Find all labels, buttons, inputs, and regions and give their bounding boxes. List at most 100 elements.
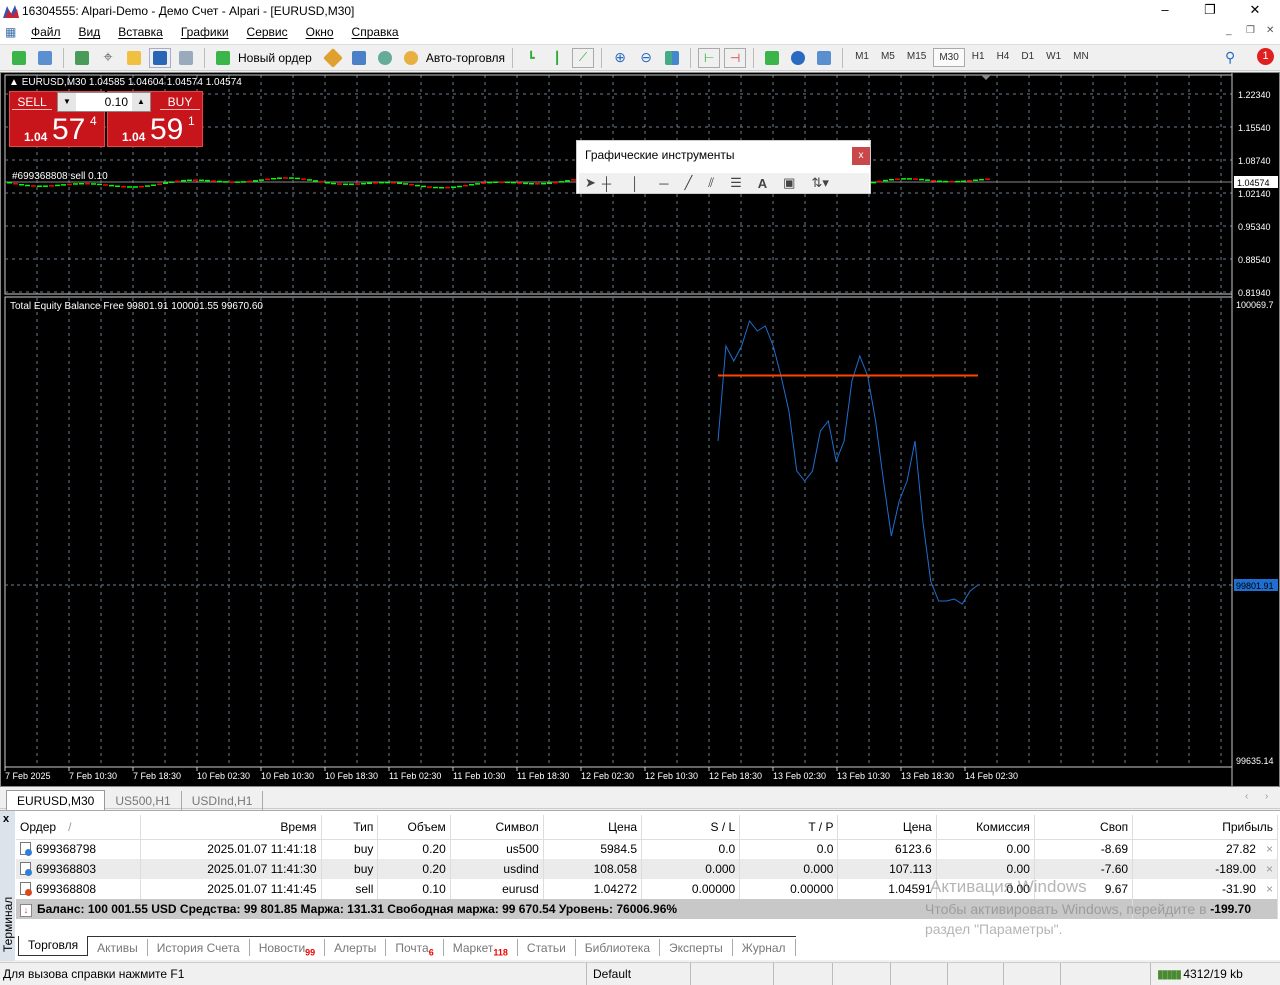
column-header[interactable]: Тип (321, 815, 379, 840)
column-header[interactable]: Время (140, 815, 322, 840)
indicators-button[interactable] (761, 48, 783, 68)
market-watch-button[interactable] (71, 48, 93, 68)
menu-item[interactable]: Окно (297, 22, 343, 42)
candle (409, 183, 414, 186)
minimize-button[interactable]: – (1150, 2, 1180, 20)
table-row[interactable]: 699368798 2025.01.07 11:41:18 buy 0.20 us500… (16, 839, 1278, 859)
close-order-icon[interactable]: × (1266, 882, 1273, 896)
profiles-button[interactable] (34, 48, 56, 68)
column-header[interactable]: Комиссия (936, 815, 1035, 840)
close-order-icon[interactable]: × (1266, 862, 1273, 876)
zoom-out-button[interactable]: ⊖ (635, 48, 657, 68)
terminal-tab[interactable]: Новости99 (250, 939, 326, 957)
new-chart-button[interactable] (8, 48, 30, 68)
menu-item[interactable]: Справка (343, 22, 408, 42)
child-restore-button[interactable]: ❐ (1246, 25, 1255, 36)
timeframe-m1[interactable]: M1 (850, 48, 874, 67)
terminal-tab[interactable]: Активы (88, 939, 148, 956)
menu-item[interactable]: Файл (22, 22, 70, 42)
terminal-tab[interactable]: Почта6 (386, 939, 444, 957)
tester-button[interactable] (175, 48, 197, 68)
menu-item[interactable]: Графики (172, 22, 238, 42)
terminal-tab[interactable]: Алерты (325, 939, 387, 956)
metaeditor-button[interactable] (322, 47, 344, 68)
volume-stepper[interactable]: ▼ 0.10 ▲ (57, 92, 151, 112)
timeframe-d1[interactable]: D1 (1016, 48, 1039, 67)
crosshair-tool-icon[interactable]: ┼ (602, 176, 611, 191)
text-label-tool-icon[interactable]: ▣ (783, 175, 795, 191)
bar-chart-button[interactable]: ┗ (520, 48, 542, 68)
terminal-tab[interactable]: Торговля (18, 936, 89, 956)
crosshair-icon[interactable]: ⌖ (97, 48, 119, 68)
notification-badge[interactable]: 1 (1257, 48, 1274, 65)
table-row[interactable]: 699368803 2025.01.07 11:41:30 buy 0.20 usdin… (16, 859, 1278, 879)
navigator-button[interactable] (123, 48, 145, 68)
close-terminal-button[interactable]: x (0, 811, 15, 827)
maximize-button[interactable]: ❐ (1195, 2, 1225, 20)
close-order-icon[interactable]: × (1266, 842, 1273, 856)
column-header[interactable]: T / P (739, 815, 839, 840)
column-header[interactable]: Цена (837, 815, 937, 840)
arrows-tool-icon[interactable]: ⇅▾ (811, 175, 828, 191)
column-header[interactable]: Объем (377, 815, 451, 840)
chart-tab[interactable]: US500,H1 (105, 791, 182, 811)
tile-windows-button[interactable] (661, 48, 683, 68)
candlestick-button[interactable]: ┃ (546, 48, 568, 68)
close-panel-button[interactable]: x (852, 147, 870, 165)
volume-input[interactable]: 0.10 (105, 95, 128, 109)
column-header[interactable]: Цена (543, 815, 643, 840)
close-window-button[interactable]: ✕ (1240, 2, 1270, 20)
vps-button[interactable] (348, 48, 370, 68)
child-minimize-button[interactable]: _ (1226, 25, 1232, 36)
column-header[interactable]: Прибыль (1132, 815, 1278, 840)
terminal-tab[interactable]: Журнал (733, 939, 796, 956)
horizontal-line-tool-icon[interactable]: ─ (659, 176, 668, 191)
line-chart-button[interactable]: ⟋ (572, 47, 595, 68)
chart-shift-marker[interactable] (981, 75, 991, 80)
zoom-in-button[interactable]: ⊕ (609, 48, 631, 68)
column-header[interactable]: Символ (450, 815, 544, 840)
terminal-button[interactable] (149, 47, 171, 68)
chart-tab[interactable]: EURUSD,M30 (6, 790, 106, 811)
terminal-tab[interactable]: Эксперты (660, 939, 733, 956)
terminal-tab[interactable]: Статьи (518, 939, 576, 956)
text-tool-icon[interactable]: A (758, 176, 767, 191)
column-header[interactable]: Своп (1034, 815, 1134, 840)
new-order-button[interactable]: Новый ордер (238, 51, 312, 65)
column-header[interactable]: S / L (641, 815, 741, 840)
signals-button[interactable] (374, 48, 396, 68)
trendline-tool-icon[interactable]: ╱ (684, 175, 692, 191)
timeframe-m5[interactable]: M5 (876, 48, 900, 67)
templates-button[interactable] (813, 48, 835, 68)
search-icon[interactable]: ⚲ (1225, 49, 1235, 66)
fibonacci-tool-icon[interactable]: ☰ (730, 175, 742, 191)
menu-item[interactable]: Сервис (238, 22, 297, 42)
timeframe-m30[interactable]: M30 (933, 48, 965, 67)
tabs-scroll-right[interactable]: › (1265, 791, 1268, 802)
timeframe-mn[interactable]: MN (1068, 48, 1094, 67)
terminal-tab[interactable]: Маркет118 (444, 939, 518, 957)
equidistant-channel-tool-icon[interactable]: ⫽ (708, 175, 714, 191)
menu-item[interactable]: Вид (70, 22, 110, 42)
auto-trading-button[interactable]: Авто-торговля (426, 51, 505, 65)
timeframe-m15[interactable]: M15 (902, 48, 931, 67)
table-row[interactable]: 699368808 2025.01.07 11:41:45 sell 0.10 euru… (16, 879, 1278, 899)
auto-scroll-button[interactable]: ⊢ (698, 47, 721, 68)
volume-decrease-button[interactable]: ▼ (58, 93, 76, 111)
volume-increase-button[interactable]: ▲ (132, 93, 150, 111)
timeframe-h4[interactable]: H4 (992, 48, 1015, 67)
tabs-scroll-left[interactable]: ‹ (1245, 791, 1248, 802)
terminal-tab[interactable]: Библиотека (576, 939, 661, 956)
terminal-tab[interactable]: История Счета (148, 939, 250, 956)
child-close-button[interactable]: ✕ (1266, 25, 1274, 36)
timeframe-w1[interactable]: W1 (1041, 48, 1066, 67)
vertical-line-tool-icon[interactable]: │ (631, 176, 639, 191)
cursor-tool-icon[interactable]: ➤ (585, 175, 596, 191)
periods-button[interactable] (787, 48, 809, 68)
timeframe-h1[interactable]: H1 (967, 48, 990, 67)
chart-shift-button[interactable]: ⊣ (724, 47, 747, 68)
chart-collapse-icon[interactable]: ▲ (9, 77, 19, 88)
menu-item[interactable]: Вставка (109, 22, 172, 42)
chart-tab[interactable]: USDInd,H1 (182, 791, 264, 811)
column-header[interactable]: Ордер / (16, 815, 141, 840)
